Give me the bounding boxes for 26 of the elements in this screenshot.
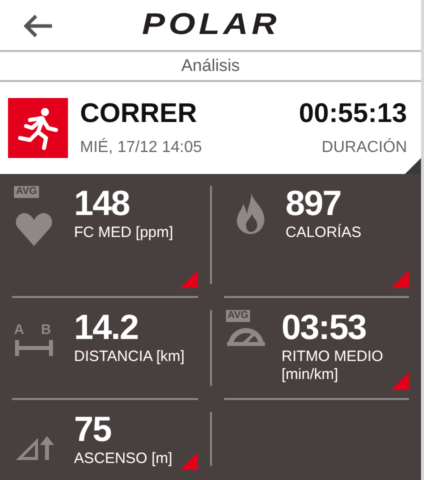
duration-label: DURACIÓN xyxy=(322,139,407,157)
metric-label: CALORÍAS xyxy=(286,224,362,242)
metric-value: 148 xyxy=(74,186,130,222)
avg-badge: AVG xyxy=(226,310,250,322)
detail-corner-icon[interactable] xyxy=(391,270,409,288)
metric-label: DISTANCIA [km] xyxy=(74,348,185,366)
corner-indicator-icon[interactable] xyxy=(405,158,421,174)
metric-value: 14.2 xyxy=(74,310,140,346)
flame-icon xyxy=(236,192,266,234)
duration-value: 00:55:13 xyxy=(298,99,407,127)
detail-corner-icon[interactable] xyxy=(180,452,198,470)
metric-value: 75 xyxy=(74,412,112,448)
metric-label: FC MED [ppm] xyxy=(74,224,174,242)
metric-value: 03:53 xyxy=(282,310,368,346)
metric-value: 897 xyxy=(286,186,342,222)
running-icon xyxy=(8,98,68,158)
detail-corner-icon[interactable] xyxy=(391,372,409,390)
metric-label: RITMO MEDIO [min/km] xyxy=(282,348,384,384)
session-date: MIÉ, 17/12 14:05 xyxy=(80,139,202,157)
logo: POLAR xyxy=(142,8,280,42)
detail-corner-icon[interactable] xyxy=(180,270,198,288)
page-title: Análisis xyxy=(181,56,240,76)
sport-name: CORRER xyxy=(80,99,198,127)
back-arrow-icon[interactable] xyxy=(24,14,54,38)
avg-badge: AVG xyxy=(14,186,39,198)
metric-label: ASCENSO [m] xyxy=(74,450,172,468)
